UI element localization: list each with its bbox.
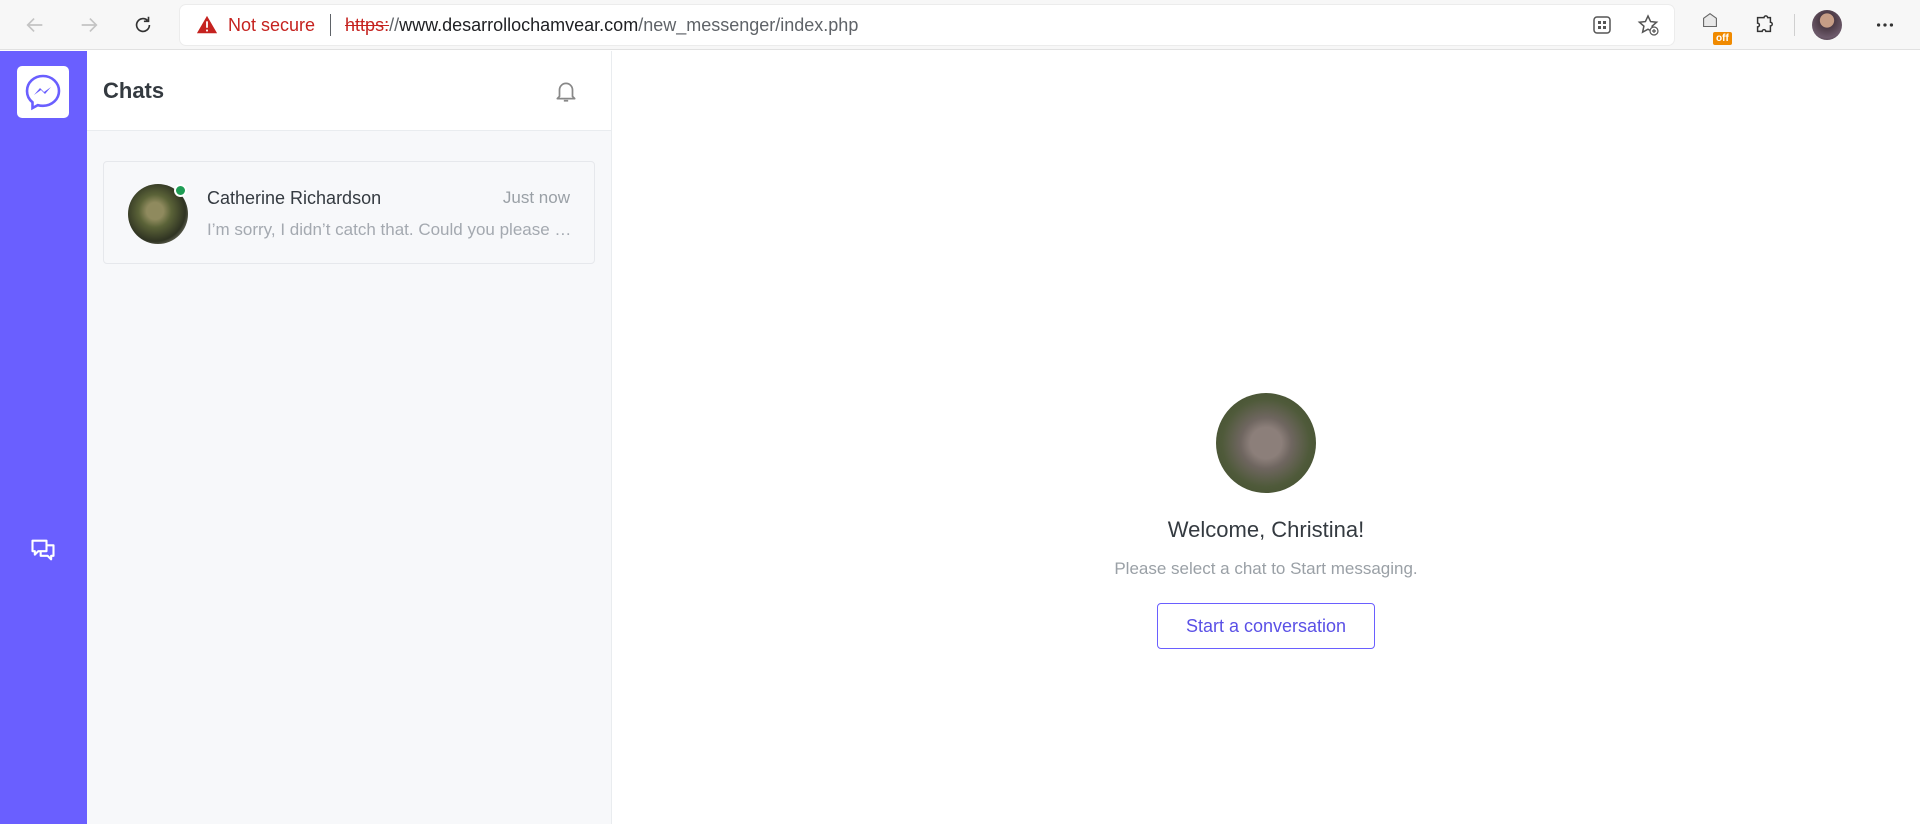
url-host: www.desarrollochamvear.com [399, 14, 639, 35]
chat-sidebar: Chats Catherine Richardson Just now I’m … [87, 51, 612, 824]
messenger-logo-icon [25, 74, 61, 111]
favorite-add-icon[interactable] [1636, 13, 1660, 37]
bell-icon[interactable] [553, 78, 579, 104]
profile-button[interactable] [1808, 6, 1846, 44]
url-protocol: https: [345, 14, 390, 35]
url-path: /new_messenger/index.php [638, 14, 859, 35]
extension-icon: off [1697, 10, 1732, 45]
extensions-button[interactable] [1745, 6, 1783, 44]
url-text[interactable]: https://www.desarrollochamvear.com/new_m… [345, 15, 858, 36]
back-icon [26, 17, 43, 33]
not-secure-label[interactable]: Not secure [228, 15, 315, 36]
sidebar-header: Chats [87, 51, 611, 131]
extension-badge: off [1713, 32, 1732, 45]
warning-icon[interactable] [196, 14, 218, 36]
url-slashes: // [389, 14, 400, 35]
app-grid-icon[interactable] [1590, 13, 1614, 37]
logo-button[interactable] [17, 66, 69, 118]
puzzle-icon [1756, 15, 1773, 33]
side-rail [0, 51, 87, 824]
address-bar[interactable]: Not secure https://www.desarrollochamvea… [180, 5, 1674, 45]
rail-chats-button[interactable] [25, 532, 61, 568]
conversation-pane: Welcome, Christina! Please select a chat… [612, 51, 1920, 824]
messenger-app: Chats Catherine Richardson Just now I’m … [0, 51, 1920, 824]
welcome-subtitle: Please select a chat to Start messaging. [1114, 559, 1418, 578]
chat-list-item[interactable]: Catherine Richardson Just now I’m sorry,… [103, 161, 595, 264]
online-status-dot [174, 184, 187, 197]
sidebar-title: Chats [103, 78, 165, 103]
forward-button[interactable] [70, 6, 108, 44]
chat-contact-name: Catherine Richardson [207, 188, 382, 208]
address-separator [330, 14, 332, 36]
user-avatar [1216, 393, 1316, 493]
profile-avatar [1812, 10, 1842, 40]
chat-bubbles-icon [31, 539, 55, 561]
reload-button[interactable] [124, 6, 162, 44]
chat-timestamp: Just now [502, 188, 570, 207]
forward-icon [81, 17, 98, 33]
extension-button[interactable]: off [1693, 6, 1732, 45]
more-button[interactable] [1866, 6, 1904, 44]
toolbar-divider [1794, 14, 1795, 36]
reload-icon [135, 16, 151, 33]
chat-last-message: I’m sorry, I didn’t catch that. Could yo… [207, 220, 572, 239]
welcome-title: Welcome, Christina! [1167, 517, 1365, 542]
more-icon [1876, 23, 1894, 27]
browser-toolbar: Not secure https://www.desarrollochamvea… [0, 0, 1920, 50]
start-conversation-button[interactable]: Start a conversation [1157, 603, 1375, 649]
back-button[interactable] [16, 6, 54, 44]
